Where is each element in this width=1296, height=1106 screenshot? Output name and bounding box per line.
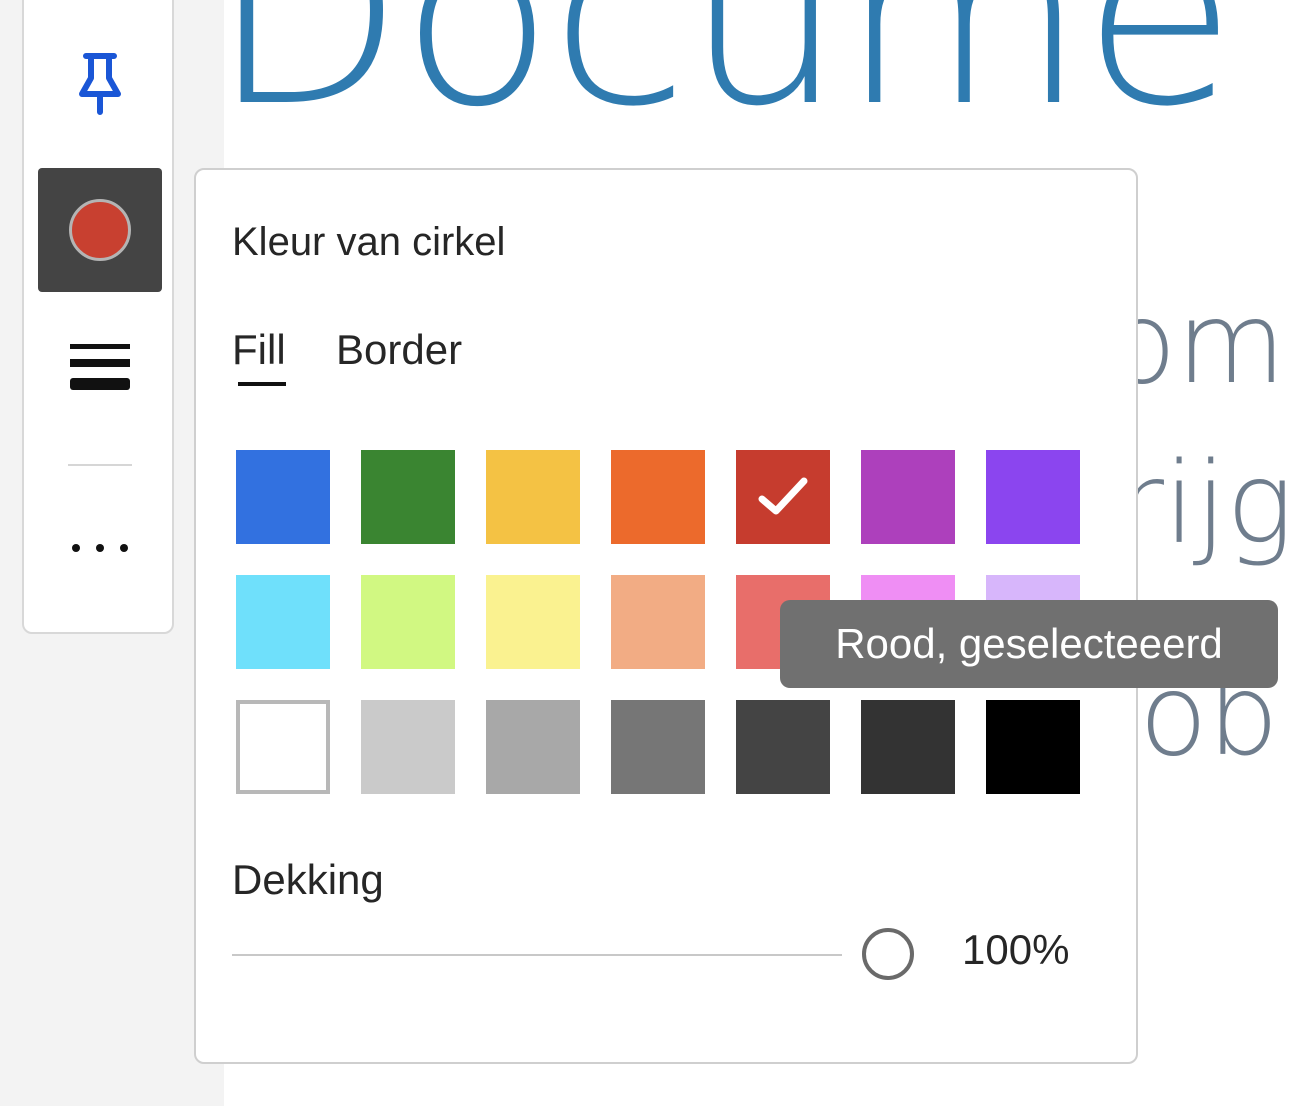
color-swatch[interactable] [986, 700, 1080, 794]
color-swatch[interactable] [236, 700, 330, 794]
color-swatch[interactable] [486, 575, 580, 669]
color-swatch[interactable] [861, 450, 955, 544]
color-swatch[interactable] [611, 575, 705, 669]
color-swatch[interactable] [236, 450, 330, 544]
pin-button[interactable] [38, 30, 162, 140]
color-swatch[interactable] [736, 700, 830, 794]
current-color-indicator [69, 199, 131, 261]
swatch-tooltip: Rood, geselecteeerd [780, 600, 1278, 688]
more-options-button[interactable] [38, 510, 162, 590]
opacity-slider-track[interactable] [232, 954, 842, 956]
document-text-fragment: rijg [1118, 439, 1294, 569]
line-weight-button[interactable] [38, 310, 162, 430]
color-swatch[interactable] [986, 450, 1080, 544]
color-swatch[interactable] [611, 700, 705, 794]
color-swatch[interactable] [361, 575, 455, 669]
color-swatch[interactable] [736, 450, 830, 544]
pin-icon [74, 48, 126, 123]
toolbar-divider [68, 464, 132, 466]
color-swatch[interactable] [486, 450, 580, 544]
opacity-slider-thumb[interactable] [862, 928, 914, 980]
tab-fill[interactable]: Fill [232, 326, 286, 374]
check-icon [758, 477, 808, 515]
color-swatch[interactable] [611, 450, 705, 544]
active-tab-indicator [238, 382, 286, 386]
tab-border[interactable]: Border [336, 326, 462, 374]
color-swatch[interactable] [361, 450, 455, 544]
line-weight-icon [70, 342, 130, 399]
document-title: Docume [210, 0, 1237, 162]
panel-title: Kleur van cirkel [232, 220, 506, 264]
color-swatch[interactable] [861, 700, 955, 794]
more-icon [70, 541, 130, 559]
opacity-value: 100% [962, 926, 1070, 973]
color-swatch[interactable] [361, 700, 455, 794]
opacity-label: Dekking [232, 856, 384, 903]
fill-color-button[interactable] [38, 168, 162, 292]
color-swatch[interactable] [236, 575, 330, 669]
shape-toolbar [22, 0, 174, 634]
color-swatch[interactable] [486, 700, 580, 794]
